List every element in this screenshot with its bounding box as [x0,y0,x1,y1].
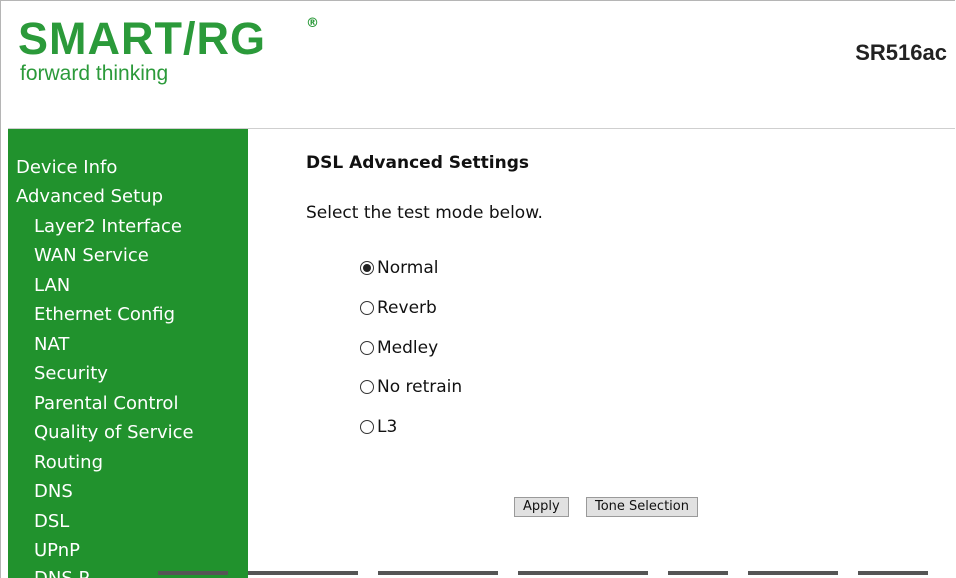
logo-tagline: forward thinking [20,62,169,85]
registered-mark: ® [306,16,319,31]
sidebar-item-wan-service[interactable]: WAN Service [34,246,149,266]
radio-no-retrain[interactable]: No retrain [360,376,462,398]
logo-text: SMART/RG [18,13,266,64]
radio-label-normal: Normal [377,258,439,278]
page-title: DSL Advanced Settings [306,153,530,173]
main-content: DSL Advanced Settings Select the test mo… [248,129,955,578]
radio-button-l3[interactable] [360,420,374,434]
sidebar-item-device-info[interactable]: Device Info [16,158,117,178]
radio-label-medley: Medley [377,338,439,358]
apply-button[interactable]: Apply [514,497,569,517]
sidebar-item-ethernet-config[interactable]: Ethernet Config [34,305,175,325]
sidebar-item-security[interactable]: Security [34,364,108,384]
radio-normal[interactable]: Normal [360,257,439,279]
radio-button-reverb[interactable] [360,301,374,315]
sidebar-item-layer2-interface[interactable]: Layer2 Interface [34,217,182,237]
scan-artifact-strip [8,566,955,578]
radio-medley[interactable]: Medley [360,337,438,359]
sidebar-nav: Device Info Advanced Setup Layer2 Interf… [8,129,248,578]
radio-reverb[interactable]: Reverb [360,297,437,319]
radio-button-normal[interactable] [360,261,374,275]
sidebar-item-advanced-setup[interactable]: Advanced Setup [16,187,163,207]
sidebar-item-nat[interactable]: NAT [34,335,69,355]
radio-button-medley[interactable] [360,341,374,355]
radio-label-l3: L3 [377,417,398,437]
sidebar-item-routing[interactable]: Routing [34,453,103,473]
radio-l3[interactable]: L3 [360,416,397,438]
sidebar-item-lan[interactable]: LAN [34,276,70,296]
smartrg-logo: SMART/RG ® forward thinking [18,13,319,94]
sidebar-item-dns[interactable]: DNS [34,482,73,502]
tone-selection-button[interactable]: Tone Selection [586,497,698,517]
radio-label-no-retrain: No retrain [377,377,463,397]
sidebar-item-upnp[interactable]: UPnP [34,541,80,561]
sidebar-item-parental-control[interactable]: Parental Control [34,394,178,414]
model-name: SR516ac [855,40,947,65]
sidebar-item-quality-of-service[interactable]: Quality of Service [34,423,194,443]
radio-button-no-retrain[interactable] [360,380,374,394]
sidebar-item-dsl[interactable]: DSL [34,512,69,532]
header: SMART/RG ® forward thinking SR516ac [8,0,955,129]
radio-label-reverb: Reverb [377,298,437,318]
instruction-text: Select the test mode below. [306,203,543,223]
